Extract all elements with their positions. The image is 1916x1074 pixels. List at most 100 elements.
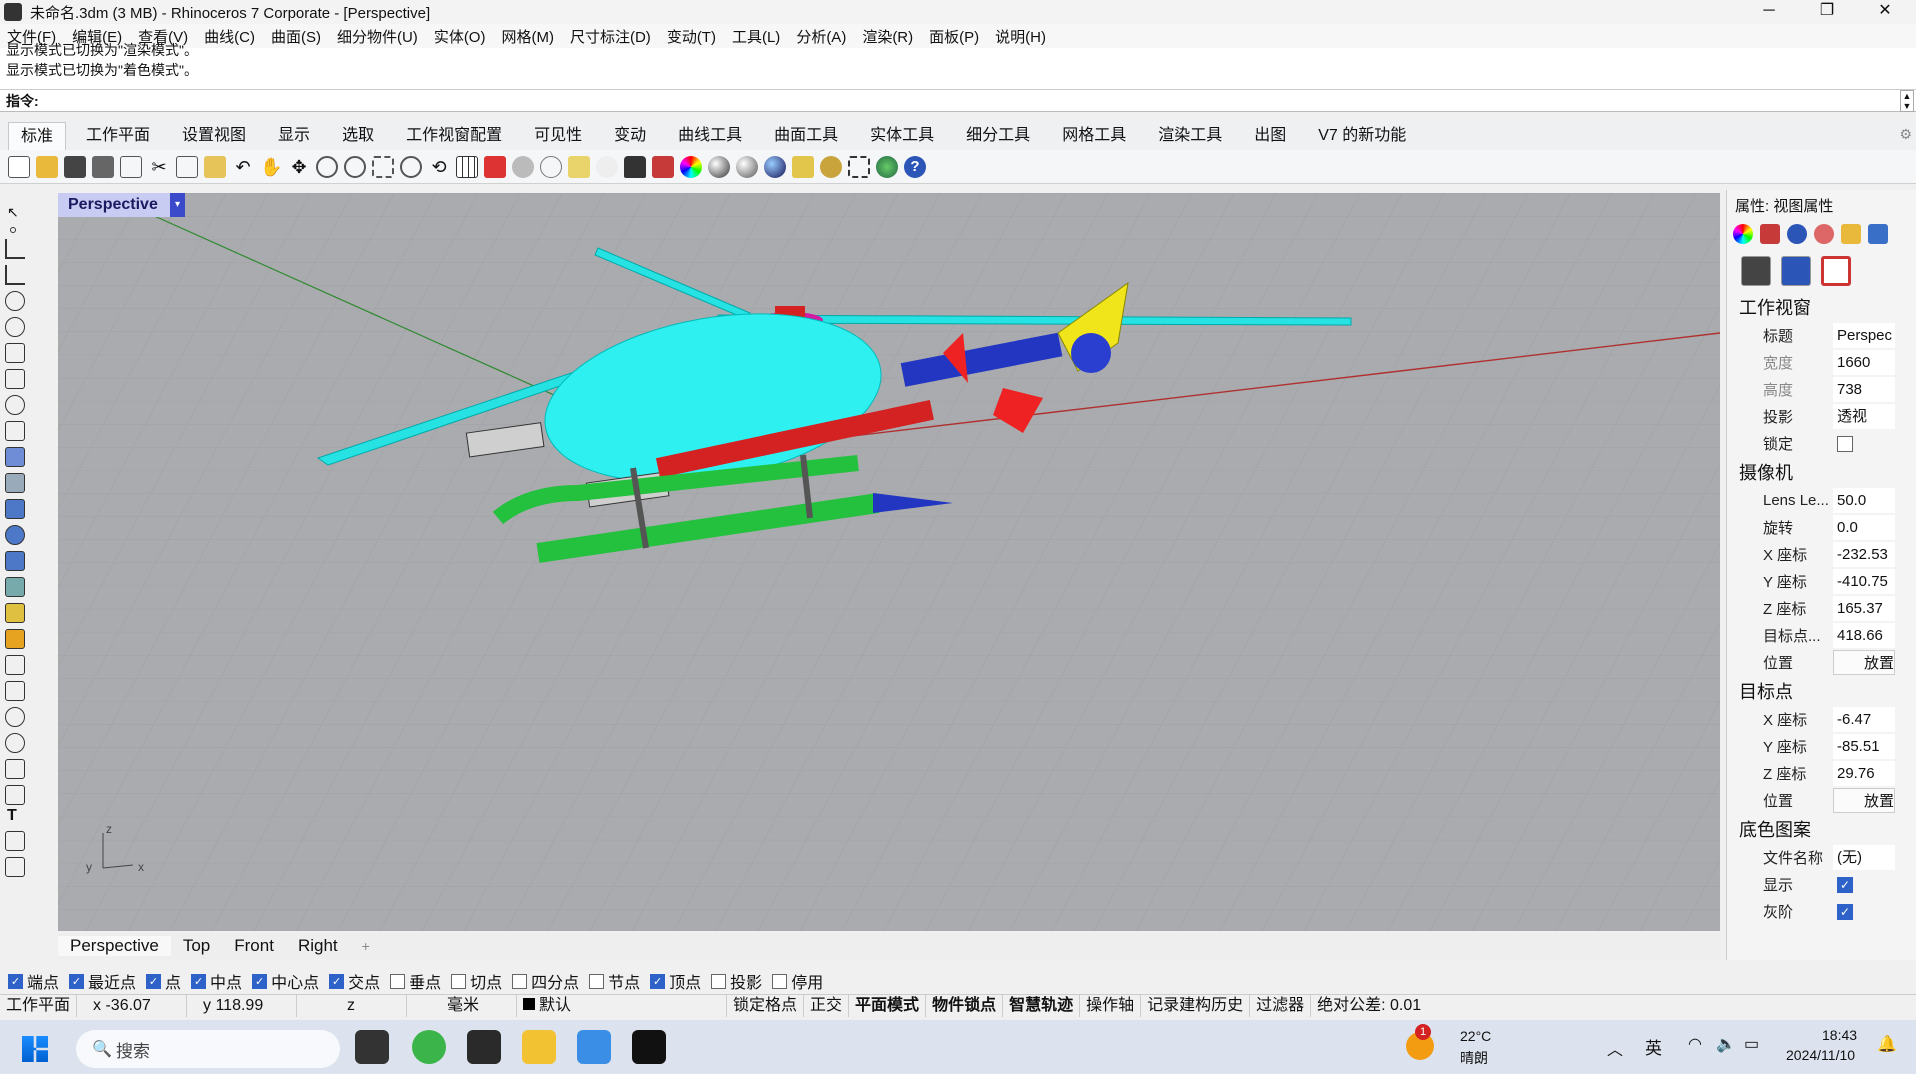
tab-display[interactable]: 显示 — [266, 122, 322, 150]
status-osnap[interactable]: 物件锁点 — [926, 994, 1004, 1017]
pan-icon[interactable]: ✋ — [260, 156, 282, 178]
osnap-perpendicular[interactable]: 垂点 — [390, 969, 441, 993]
viewport-tab-perspective[interactable]: Perspective — [58, 936, 171, 956]
fillet-curve-icon[interactable] — [5, 421, 25, 441]
camera-x-field[interactable]: -232.53 — [1833, 542, 1895, 567]
osnap-tangent[interactable]: 切点 — [451, 969, 502, 993]
dimension-icon[interactable] — [5, 831, 25, 851]
tab-render-tools[interactable]: 渲染工具 — [1146, 122, 1234, 150]
close-button[interactable]: ✕ — [1856, 0, 1914, 24]
lock-checkbox[interactable] — [1837, 435, 1853, 452]
wireframe-sphere-icon[interactable] — [708, 155, 730, 178]
rotate-view-icon[interactable]: ✥ — [288, 156, 310, 178]
filename-field[interactable]: (无) — [1833, 845, 1895, 870]
status-filter[interactable]: 过滤器 — [1250, 994, 1312, 1017]
tab-visibility[interactable]: 可见性 — [522, 122, 594, 150]
material-icon[interactable] — [1733, 224, 1753, 244]
osnap-end[interactable]: ✓ 端点 — [8, 969, 59, 993]
join-icon[interactable] — [5, 707, 25, 727]
target-z-field[interactable]: 29.76 — [1833, 761, 1895, 786]
tiktok-app-icon[interactable] — [632, 1030, 666, 1064]
arc-icon[interactable] — [5, 343, 25, 363]
export-icon[interactable] — [120, 155, 142, 178]
tab-transform[interactable]: 变动 — [602, 122, 658, 150]
render-icon[interactable] — [876, 155, 898, 178]
tab-new-in-v7[interactable]: V7 的新功能 — [1306, 122, 1418, 150]
undo-view-icon[interactable]: ⟲ — [428, 156, 450, 178]
osnap-point[interactable]: ✓ 点 — [146, 969, 181, 993]
status-cplane[interactable]: 工作平面 — [0, 994, 78, 1017]
perspective-viewport[interactable]: x y z — [58, 193, 1720, 931]
viewport-tab-front[interactable]: Front — [222, 936, 286, 956]
new-file-icon[interactable] — [8, 155, 30, 178]
zoom-selected-icon[interactable] — [400, 155, 422, 178]
tab-standard[interactable]: 标准 — [8, 122, 67, 150]
explode-icon[interactable] — [5, 629, 25, 649]
folder-icon[interactable] — [1841, 224, 1861, 244]
status-smarttrack[interactable]: 智慧轨迹 — [1003, 994, 1081, 1017]
osnap-knot[interactable]: 节点 — [589, 969, 640, 993]
command-scroll[interactable]: ▲ ▼ — [1900, 90, 1914, 112]
cylinder-icon[interactable] — [5, 551, 25, 571]
surface-icon[interactable] — [5, 447, 25, 467]
layer-icon[interactable] — [652, 155, 674, 178]
help-icon[interactable]: ? — [904, 155, 926, 178]
circle-icon[interactable] — [5, 291, 25, 311]
extrude-icon[interactable] — [5, 473, 25, 493]
status-record-history[interactable]: 记录建构历史 — [1141, 994, 1251, 1017]
help-panel-icon[interactable] — [1868, 224, 1888, 244]
color-wheel-icon[interactable] — [680, 155, 702, 178]
light-icon[interactable] — [1787, 224, 1807, 244]
zoom-window-icon[interactable] — [344, 155, 366, 178]
viewport-tab-top[interactable]: Top — [171, 936, 222, 956]
cut-icon[interactable]: ✂ — [148, 156, 170, 178]
viewport-title[interactable]: Perspective — [58, 193, 185, 217]
sphere-icon[interactable] — [5, 525, 25, 545]
target-y-field[interactable]: -85.51 — [1833, 734, 1895, 759]
curve-icon[interactable] — [5, 265, 25, 285]
status-planar[interactable]: 平面模式 — [849, 994, 927, 1017]
four-viewports-icon[interactable] — [456, 155, 478, 178]
paste-icon[interactable] — [204, 155, 226, 178]
notification-icon[interactable]: 🔔 — [1877, 1034, 1897, 1054]
split-icon[interactable] — [5, 681, 25, 701]
tab-curve-tools[interactable]: 曲线工具 — [666, 122, 754, 150]
array-icon[interactable] — [5, 733, 25, 753]
clock-date[interactable]: 2024/11/10 — [1786, 1047, 1855, 1063]
gear-icon[interactable]: ⚙ — [1899, 126, 1912, 143]
camera-z-field[interactable]: 165.37 — [1833, 596, 1895, 621]
move-icon[interactable] — [5, 785, 25, 805]
osnap-disable[interactable]: 停用 — [772, 969, 823, 993]
battery-icon[interactable]: ▭ — [1744, 1034, 1759, 1054]
car-icon[interactable] — [484, 155, 506, 178]
viewport-canvas[interactable]: x y z — [58, 193, 1720, 931]
zoom-icon[interactable] — [316, 155, 338, 178]
object-icon[interactable] — [1814, 224, 1834, 244]
projection-select[interactable]: 透视 — [1833, 404, 1895, 429]
taskbar-search[interactable]: 🔍 搜索 — [76, 1030, 340, 1068]
undo-icon[interactable]: ↶ — [232, 156, 254, 178]
target-distance-field[interactable]: 418.66 — [1833, 623, 1895, 648]
viewport-tab-right[interactable]: Right — [286, 936, 350, 956]
light-sphere-icon[interactable] — [1781, 256, 1811, 286]
options-gear-icon[interactable] — [820, 155, 842, 178]
minimize-button[interactable]: ─ — [1740, 0, 1798, 24]
task-view-icon[interactable] — [355, 1030, 389, 1064]
box-icon[interactable] — [5, 499, 25, 519]
osnap-near[interactable]: ✓ 最近点 — [69, 969, 136, 993]
cplane-icon[interactable] — [512, 155, 534, 178]
photos-app-icon[interactable] — [577, 1030, 611, 1064]
tab-cplane[interactable]: 工作平面 — [74, 122, 162, 150]
osnap-project[interactable]: 投影 — [711, 969, 762, 993]
osnap-intersection[interactable]: ✓ 交点 — [329, 969, 380, 993]
tab-surface-tools[interactable]: 曲面工具 — [762, 122, 850, 150]
rendered-sphere-icon[interactable] — [764, 155, 786, 178]
mesh-icon[interactable] — [5, 577, 25, 597]
boolean-icon[interactable] — [5, 603, 25, 623]
group-icon[interactable] — [848, 155, 870, 178]
viewport-menu-dropdown[interactable]: ▾ — [170, 193, 185, 217]
shaded-sphere-icon[interactable] — [736, 155, 758, 178]
pencil-icon[interactable] — [792, 155, 814, 178]
trim-icon[interactable] — [5, 655, 25, 675]
light-bulb-icon[interactable] — [596, 155, 618, 178]
